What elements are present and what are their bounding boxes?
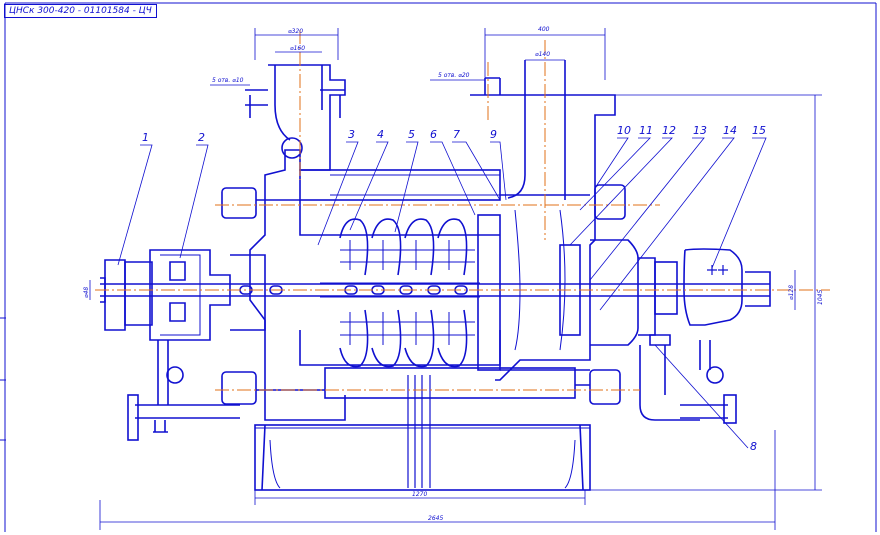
suction-casing bbox=[245, 64, 346, 421]
dim-d140: ⌀140 bbox=[535, 51, 550, 58]
pump-assembly-drawing: ⌀320 ⌀160 5 отв. ⌀10 400 ⌀140 5 отв. ⌀20… bbox=[0, 2, 877, 532]
callout-14: 14 bbox=[723, 124, 737, 137]
dim-d160: ⌀160 bbox=[290, 45, 305, 52]
bearing-housing-left bbox=[100, 249, 266, 341]
dim-d320: ⌀320 bbox=[288, 28, 303, 35]
callout-8: 8 bbox=[750, 440, 757, 453]
dim-shaft-left: ⌀48 bbox=[83, 287, 90, 298]
dim-holes-right: 5 отв. ⌀20 bbox=[438, 72, 470, 79]
dimension-labels: ⌀320 ⌀160 5 отв. ⌀10 400 ⌀140 5 отв. ⌀20… bbox=[83, 26, 824, 522]
drain-piping-right bbox=[639, 334, 737, 424]
axis-lines bbox=[95, 30, 830, 391]
balance-disk bbox=[477, 214, 501, 371]
callout-7: 7 bbox=[453, 128, 460, 141]
dim-overall-length: 2645 bbox=[428, 515, 443, 522]
callout-1: 1 bbox=[142, 131, 149, 144]
dim-shaft-right: ⌀128 bbox=[788, 285, 795, 300]
callout-6: 6 bbox=[430, 128, 437, 141]
impeller-stack-upper bbox=[339, 218, 475, 276]
callout-15: 15 bbox=[752, 124, 766, 137]
callout-9: 9 bbox=[490, 128, 497, 141]
bearing-housing-right bbox=[559, 239, 771, 346]
leader-lines bbox=[117, 137, 767, 449]
callout-12: 12 bbox=[662, 124, 676, 137]
dim-holes-left: 5 отв. ⌀10 bbox=[212, 77, 244, 84]
callout-13: 13 bbox=[693, 124, 707, 137]
discharge-casing bbox=[470, 60, 616, 381]
callout-11: 11 bbox=[639, 124, 653, 137]
callout-4: 4 bbox=[377, 128, 384, 141]
base-frame bbox=[254, 375, 591, 491]
dim-width-400: 400 bbox=[538, 26, 550, 33]
dim-height-right: 1045 bbox=[817, 290, 824, 305]
dim-base-length: 1270 bbox=[412, 491, 427, 498]
callout-5: 5 bbox=[408, 128, 415, 141]
callout-2: 2 bbox=[198, 131, 205, 144]
sheet-frame bbox=[4, 2, 877, 532]
callout-3: 3 bbox=[348, 128, 355, 141]
callout-10: 10 bbox=[617, 124, 631, 137]
impeller-stack-lower bbox=[339, 309, 475, 368]
